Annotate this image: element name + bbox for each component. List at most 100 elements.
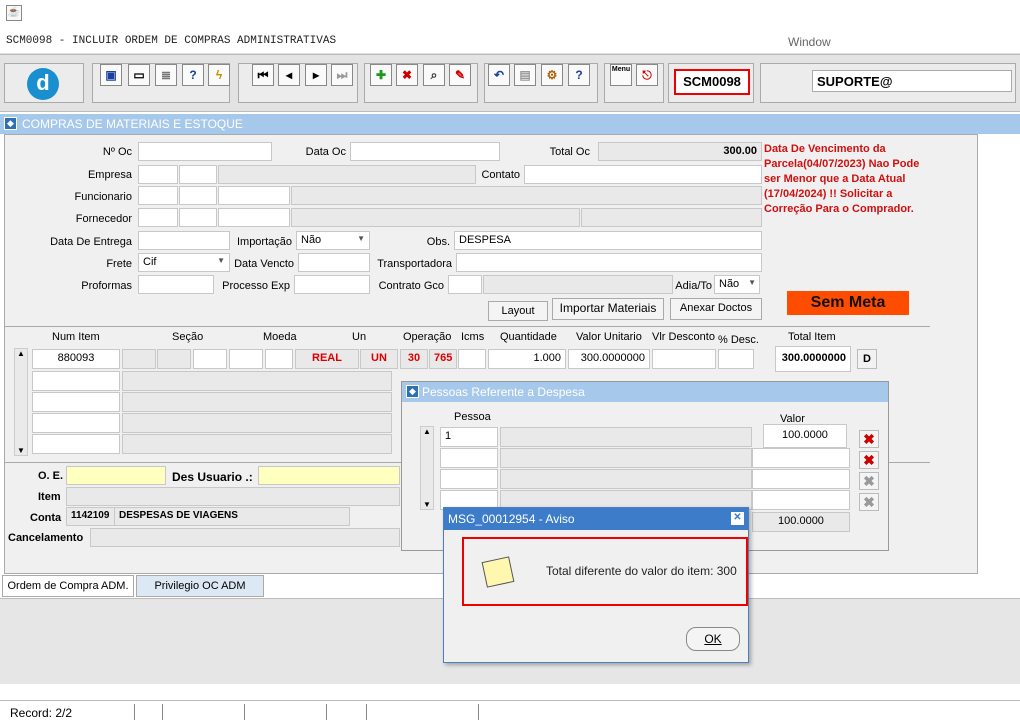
importacao-select[interactable]: Não ▼ [296,231,370,250]
exit-icon[interactable]: ⎋ [636,64,658,86]
delete-record-icon[interactable]: ✖ [396,64,418,86]
print-icon[interactable]: ≣ [155,64,177,86]
row-cell[interactable] [32,371,120,391]
tab-privilegio-oc-adm[interactable]: Privilegio OC ADM [136,575,264,597]
row-cell[interactable] [229,349,263,369]
conta-label: Conta [30,512,62,524]
module-code: SCM0098 [674,69,750,95]
row-icms[interactable] [458,349,486,369]
transportadora-field[interactable] [456,253,762,272]
search-icon[interactable]: ⌕ [423,64,445,86]
proformas-field[interactable] [138,275,214,294]
funcionario-id-field[interactable] [218,186,290,205]
edit-icon[interactable]: ✎ [449,64,471,86]
valor-field[interactable] [752,448,850,468]
data-entrega-field[interactable] [138,231,230,250]
error-message: Data De Vencimento da Parcela(04/07/2023… [764,143,920,215]
frete-select[interactable]: Cif ▼ [138,253,230,272]
obs-field[interactable]: DESPESA [454,231,762,250]
last-record-icon[interactable]: ⏭ [331,64,353,86]
row-cell[interactable] [32,392,120,412]
pessoas-scrollbar[interactable]: ▲ ▼ [420,426,434,510]
row-vlr-desconto[interactable] [652,349,716,369]
valor-field[interactable] [752,490,850,510]
window-icon[interactable]: ▭ [128,64,150,86]
empresa-sub-field[interactable] [179,165,217,184]
row-cell[interactable] [193,349,227,369]
importar-materiais-button[interactable]: Importar Materiais [552,298,664,320]
tab-ordem-compra-adm[interactable]: Ordem de Compra ADM. [2,575,134,597]
col-un: Un [352,331,367,343]
importacao-label: Importação [236,236,292,248]
clipboard-icon[interactable]: ▤ [514,64,536,86]
row-pct-desc[interactable] [718,349,754,369]
data-vencto-field[interactable] [298,253,370,272]
chevron-down-icon: ▼ [217,256,225,265]
row-cell[interactable] [32,413,120,433]
status-bar: Record: 2/2 [0,700,1020,722]
funcionario-code-field[interactable] [138,186,178,205]
help-icon[interactable]: ? [568,64,590,86]
valor-field[interactable]: 100.0000 [763,424,847,448]
data-oc-label: Data Oc [305,146,346,158]
save-icon[interactable]: ▣ [100,64,122,86]
row-num-item[interactable]: 880093 [32,349,120,369]
prev-record-icon[interactable]: ◂ [278,64,300,86]
pessoas-dialog-header: ◆ Pessoas Referente a Despesa [402,382,888,402]
valor-field[interactable] [752,469,850,489]
scroll-down-icon[interactable]: ▼ [421,500,433,509]
first-record-icon[interactable]: ⏮ [252,64,274,86]
scroll-up-icon[interactable]: ▲ [421,427,433,436]
funcionario-sub-field[interactable] [179,186,217,205]
adia-to-select[interactable]: Não ▼ [714,275,760,294]
query-help-icon[interactable]: ? [182,64,204,86]
add-record-icon[interactable]: ✚ [370,64,392,86]
contrato-gco-field[interactable] [448,275,482,294]
window-icon: ◆ [406,385,419,398]
menu-icon[interactable]: Menu [610,64,632,86]
undo-icon[interactable]: ↶ [488,64,510,86]
row-quantidade[interactable]: 1.000 [488,349,566,369]
row-detail-button[interactable]: D [857,349,877,369]
fornecedor-sub-field[interactable] [179,208,217,227]
fornecedor-id-field[interactable] [218,208,290,227]
execute-query-icon[interactable]: ϟ [208,64,230,86]
window-menu[interactable]: Window [788,35,831,49]
empresa-code-field[interactable] [138,165,178,184]
delete-row-icon[interactable]: ✖ [859,430,879,448]
grid-scrollbar[interactable]: ▲ ▼ [14,348,28,456]
status-separator [162,704,163,720]
anexar-doctos-button[interactable]: Anexar Doctos [670,298,762,320]
window-title: SCM0098 - INCLUIR ORDEM DE COMPRAS ADMIN… [6,35,337,47]
row-cell[interactable] [32,434,120,454]
section-title: COMPRAS DE MATERIAIS E ESTOQUE [22,117,243,131]
scroll-down-icon[interactable]: ▼ [15,446,27,455]
pessoa-field[interactable] [440,469,498,489]
delete-row-icon[interactable]: ✖ [859,451,879,469]
close-icon[interactable]: ✕ [731,512,744,525]
layout-button[interactable]: Layout [488,301,548,321]
data-oc-field[interactable] [350,142,500,161]
tools-icon[interactable]: ⚙ [541,64,563,86]
row-cell[interactable] [265,349,293,369]
processo-exp-field[interactable] [294,275,370,294]
des-usuario-field[interactable] [258,466,400,485]
fornecedor-label: Fornecedor [75,213,132,225]
oe-field[interactable] [66,466,166,485]
scroll-up-icon[interactable]: ▲ [15,349,27,358]
toolbar: d ▣ ▭ ≣ ? ϟ ⏮ ◂ ▸ ⏭ ✚ ✖ ⌕ ✎ ↶ ▤ ⚙ ? Menu… [0,54,1020,112]
pessoa-field[interactable] [440,448,498,468]
row-cell [122,413,392,433]
num-oc-field[interactable] [138,142,272,161]
row-valor-unitario[interactable]: 300.0000000 [568,349,650,369]
proformas-label: Proformas [81,280,132,292]
row-cell [122,392,392,412]
fornecedor-code-field[interactable] [138,208,178,227]
col-num-item: Num Item [52,331,100,343]
ok-button[interactable]: OK [686,627,740,651]
next-record-icon[interactable]: ▸ [305,64,327,86]
funcionario-label: Funcionario [74,191,132,203]
fornecedor-name-field [291,208,580,227]
contato-field[interactable] [524,165,762,184]
pessoa-field[interactable]: 1 [440,427,498,447]
